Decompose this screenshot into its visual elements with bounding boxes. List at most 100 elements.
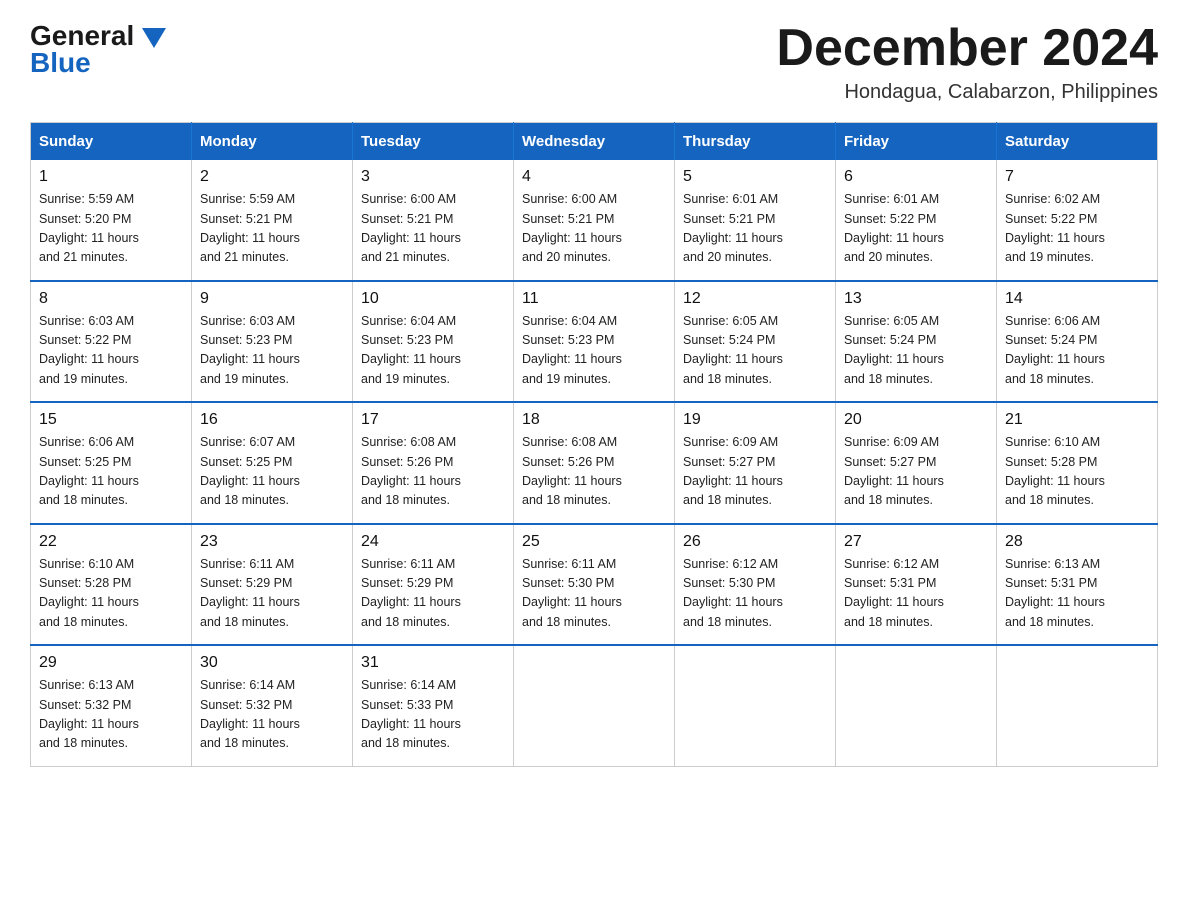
- calendar-cell: 26 Sunrise: 6:12 AM Sunset: 5:30 PM Dayl…: [675, 524, 836, 646]
- day-info: Sunrise: 6:01 AM Sunset: 5:22 PM Dayligh…: [844, 190, 988, 268]
- calendar-cell: 12 Sunrise: 6:05 AM Sunset: 5:24 PM Dayl…: [675, 281, 836, 403]
- calendar-cell: [514, 645, 675, 766]
- day-info: Sunrise: 6:11 AM Sunset: 5:30 PM Dayligh…: [522, 555, 666, 633]
- day-number: 13: [844, 290, 988, 308]
- day-number: 22: [39, 533, 183, 551]
- day-number: 15: [39, 411, 183, 429]
- day-info: Sunrise: 5:59 AM Sunset: 5:21 PM Dayligh…: [200, 190, 344, 268]
- page-header: General Blue December 2024 Hondagua, Cal…: [30, 20, 1158, 104]
- logo-wordmark: General Blue: [30, 20, 170, 79]
- calendar-table: SundayMondayTuesdayWednesdayThursdayFrid…: [30, 122, 1158, 767]
- day-info: Sunrise: 6:12 AM Sunset: 5:31 PM Dayligh…: [844, 555, 988, 633]
- day-number: 12: [683, 290, 827, 308]
- day-info: Sunrise: 6:00 AM Sunset: 5:21 PM Dayligh…: [361, 190, 505, 268]
- day-number: 16: [200, 411, 344, 429]
- title-section: December 2024 Hondagua, Calabarzon, Phil…: [776, 20, 1158, 104]
- day-info: Sunrise: 6:01 AM Sunset: 5:21 PM Dayligh…: [683, 190, 827, 268]
- calendar-cell: 20 Sunrise: 6:09 AM Sunset: 5:27 PM Dayl…: [836, 402, 997, 524]
- calendar-cell: 16 Sunrise: 6:07 AM Sunset: 5:25 PM Dayl…: [192, 402, 353, 524]
- day-info: Sunrise: 6:06 AM Sunset: 5:25 PM Dayligh…: [39, 433, 183, 511]
- month-title: December 2024: [776, 20, 1158, 77]
- calendar-cell: [836, 645, 997, 766]
- calendar-cell: 7 Sunrise: 6:02 AM Sunset: 5:22 PM Dayli…: [997, 160, 1158, 281]
- day-info: Sunrise: 6:07 AM Sunset: 5:25 PM Dayligh…: [200, 433, 344, 511]
- day-number: 20: [844, 411, 988, 429]
- day-info: Sunrise: 6:14 AM Sunset: 5:32 PM Dayligh…: [200, 676, 344, 754]
- logo-blue-text: Blue: [30, 48, 91, 79]
- weekday-header-tuesday: Tuesday: [353, 123, 514, 161]
- day-info: Sunrise: 6:03 AM Sunset: 5:22 PM Dayligh…: [39, 312, 183, 390]
- day-number: 10: [361, 290, 505, 308]
- calendar-cell: 22 Sunrise: 6:10 AM Sunset: 5:28 PM Dayl…: [31, 524, 192, 646]
- calendar-cell: 1 Sunrise: 5:59 AM Sunset: 5:20 PM Dayli…: [31, 160, 192, 281]
- calendar-cell: 24 Sunrise: 6:11 AM Sunset: 5:29 PM Dayl…: [353, 524, 514, 646]
- calendar-cell: 5 Sunrise: 6:01 AM Sunset: 5:21 PM Dayli…: [675, 160, 836, 281]
- day-info: Sunrise: 6:10 AM Sunset: 5:28 PM Dayligh…: [1005, 433, 1149, 511]
- calendar-cell: 14 Sunrise: 6:06 AM Sunset: 5:24 PM Dayl…: [997, 281, 1158, 403]
- calendar-cell: 9 Sunrise: 6:03 AM Sunset: 5:23 PM Dayli…: [192, 281, 353, 403]
- day-number: 27: [844, 533, 988, 551]
- day-info: Sunrise: 6:04 AM Sunset: 5:23 PM Dayligh…: [522, 312, 666, 390]
- calendar-cell: [997, 645, 1158, 766]
- day-number: 25: [522, 533, 666, 551]
- calendar-cell: 2 Sunrise: 5:59 AM Sunset: 5:21 PM Dayli…: [192, 160, 353, 281]
- day-info: Sunrise: 6:13 AM Sunset: 5:31 PM Dayligh…: [1005, 555, 1149, 633]
- calendar-cell: 15 Sunrise: 6:06 AM Sunset: 5:25 PM Dayl…: [31, 402, 192, 524]
- day-info: Sunrise: 6:08 AM Sunset: 5:26 PM Dayligh…: [522, 433, 666, 511]
- day-info: Sunrise: 5:59 AM Sunset: 5:20 PM Dayligh…: [39, 190, 183, 268]
- logo-triangle-icon: [138, 20, 170, 52]
- calendar-cell: 6 Sunrise: 6:01 AM Sunset: 5:22 PM Dayli…: [836, 160, 997, 281]
- day-info: Sunrise: 6:05 AM Sunset: 5:24 PM Dayligh…: [683, 312, 827, 390]
- location-subtitle: Hondagua, Calabarzon, Philippines: [776, 81, 1158, 104]
- weekday-header-monday: Monday: [192, 123, 353, 161]
- weekday-header-row: SundayMondayTuesdayWednesdayThursdayFrid…: [31, 123, 1158, 161]
- day-number: 29: [39, 654, 183, 672]
- day-number: 21: [1005, 411, 1149, 429]
- day-info: Sunrise: 6:02 AM Sunset: 5:22 PM Dayligh…: [1005, 190, 1149, 268]
- day-number: 31: [361, 654, 505, 672]
- day-info: Sunrise: 6:10 AM Sunset: 5:28 PM Dayligh…: [39, 555, 183, 633]
- day-info: Sunrise: 6:00 AM Sunset: 5:21 PM Dayligh…: [522, 190, 666, 268]
- logo: General Blue: [30, 20, 170, 79]
- day-number: 23: [200, 533, 344, 551]
- day-info: Sunrise: 6:13 AM Sunset: 5:32 PM Dayligh…: [39, 676, 183, 754]
- calendar-cell: 13 Sunrise: 6:05 AM Sunset: 5:24 PM Dayl…: [836, 281, 997, 403]
- weekday-header-sunday: Sunday: [31, 123, 192, 161]
- day-info: Sunrise: 6:06 AM Sunset: 5:24 PM Dayligh…: [1005, 312, 1149, 390]
- calendar-cell: 28 Sunrise: 6:13 AM Sunset: 5:31 PM Dayl…: [997, 524, 1158, 646]
- day-info: Sunrise: 6:14 AM Sunset: 5:33 PM Dayligh…: [361, 676, 505, 754]
- calendar-cell: 29 Sunrise: 6:13 AM Sunset: 5:32 PM Dayl…: [31, 645, 192, 766]
- day-number: 8: [39, 290, 183, 308]
- weekday-header-saturday: Saturday: [997, 123, 1158, 161]
- week-row-3: 15 Sunrise: 6:06 AM Sunset: 5:25 PM Dayl…: [31, 402, 1158, 524]
- day-number: 18: [522, 411, 666, 429]
- day-number: 30: [200, 654, 344, 672]
- calendar-cell: 30 Sunrise: 6:14 AM Sunset: 5:32 PM Dayl…: [192, 645, 353, 766]
- day-number: 17: [361, 411, 505, 429]
- day-number: 6: [844, 168, 988, 186]
- day-number: 11: [522, 290, 666, 308]
- day-info: Sunrise: 6:04 AM Sunset: 5:23 PM Dayligh…: [361, 312, 505, 390]
- calendar-cell: 3 Sunrise: 6:00 AM Sunset: 5:21 PM Dayli…: [353, 160, 514, 281]
- calendar-cell: 21 Sunrise: 6:10 AM Sunset: 5:28 PM Dayl…: [997, 402, 1158, 524]
- calendar-cell: 25 Sunrise: 6:11 AM Sunset: 5:30 PM Dayl…: [514, 524, 675, 646]
- day-number: 14: [1005, 290, 1149, 308]
- day-number: 7: [1005, 168, 1149, 186]
- weekday-header-thursday: Thursday: [675, 123, 836, 161]
- calendar-cell: 27 Sunrise: 6:12 AM Sunset: 5:31 PM Dayl…: [836, 524, 997, 646]
- day-number: 24: [361, 533, 505, 551]
- day-number: 1: [39, 168, 183, 186]
- weekday-header-wednesday: Wednesday: [514, 123, 675, 161]
- calendar-cell: 31 Sunrise: 6:14 AM Sunset: 5:33 PM Dayl…: [353, 645, 514, 766]
- week-row-1: 1 Sunrise: 5:59 AM Sunset: 5:20 PM Dayli…: [31, 160, 1158, 281]
- calendar-cell: 18 Sunrise: 6:08 AM Sunset: 5:26 PM Dayl…: [514, 402, 675, 524]
- calendar-cell: 11 Sunrise: 6:04 AM Sunset: 5:23 PM Dayl…: [514, 281, 675, 403]
- day-number: 28: [1005, 533, 1149, 551]
- day-info: Sunrise: 6:12 AM Sunset: 5:30 PM Dayligh…: [683, 555, 827, 633]
- day-number: 19: [683, 411, 827, 429]
- day-info: Sunrise: 6:05 AM Sunset: 5:24 PM Dayligh…: [844, 312, 988, 390]
- calendar-cell: [675, 645, 836, 766]
- week-row-5: 29 Sunrise: 6:13 AM Sunset: 5:32 PM Dayl…: [31, 645, 1158, 766]
- day-info: Sunrise: 6:11 AM Sunset: 5:29 PM Dayligh…: [361, 555, 505, 633]
- calendar-cell: 10 Sunrise: 6:04 AM Sunset: 5:23 PM Dayl…: [353, 281, 514, 403]
